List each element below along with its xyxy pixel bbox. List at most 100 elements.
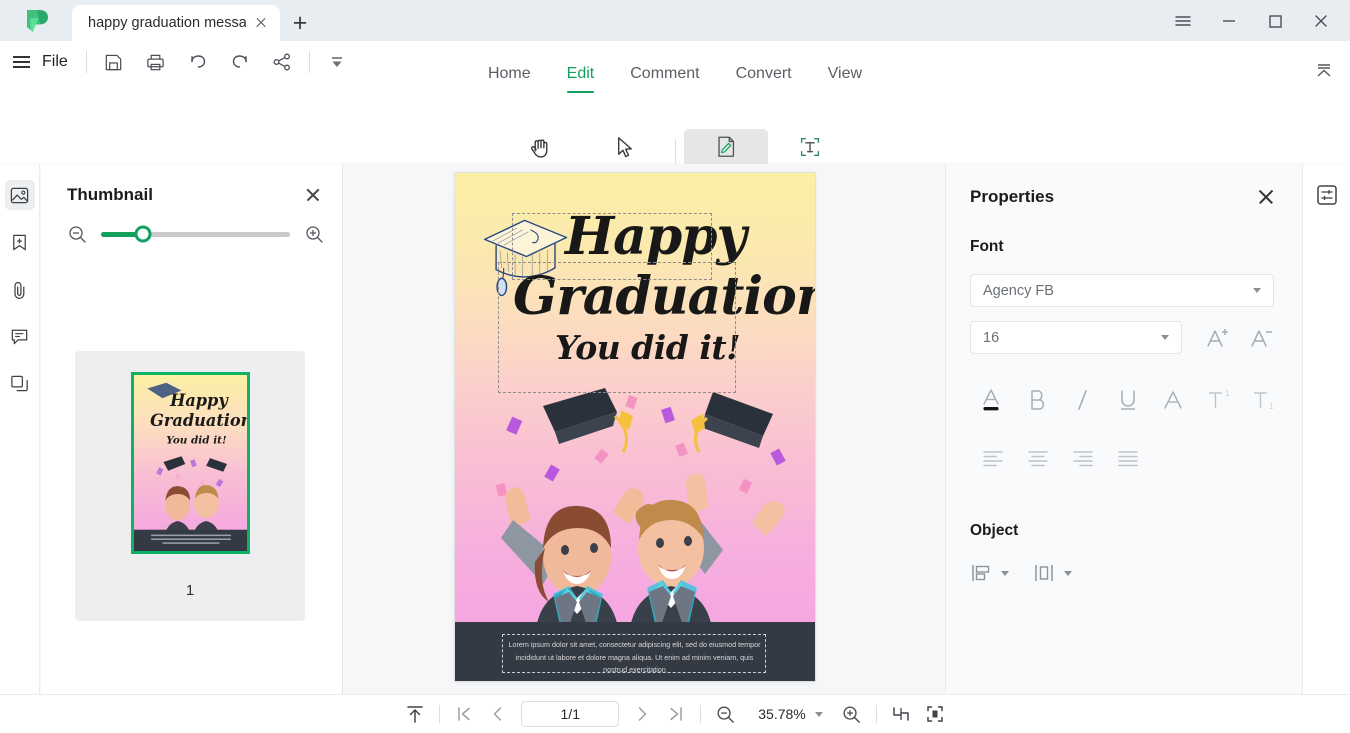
superscript-button[interactable]: 1 — [1195, 384, 1240, 416]
text-selection-box-3[interactable] — [502, 634, 766, 673]
align-justify-icon — [1117, 451, 1138, 467]
font-color-button[interactable] — [970, 384, 1015, 416]
document-page[interactable]: Happy Graduation You did it! Lorem ipsum… — [455, 173, 815, 681]
scroll-to-top-button[interactable] — [398, 699, 432, 729]
chevron-down-icon — [1253, 288, 1261, 293]
sidebar-item-attachment[interactable] — [5, 274, 35, 304]
thumbnail-panel: Thumbnail Happy Graduation You did it! 1 — [41, 164, 343, 694]
divider — [700, 705, 702, 723]
document-tab-title: happy graduation messa... — [88, 15, 246, 31]
document-tab[interactable]: happy graduation messa... — [72, 5, 280, 41]
align-objects-button[interactable] — [970, 562, 1009, 584]
new-tab-button[interactable]: + — [280, 5, 320, 41]
minimize-button[interactable] — [1206, 0, 1252, 41]
tab-comment[interactable]: Comment — [612, 59, 717, 89]
previous-page-button[interactable] — [481, 699, 515, 729]
add-text-icon — [797, 133, 823, 161]
comment-icon — [11, 329, 28, 344]
close-button[interactable] — [1298, 0, 1344, 41]
font-size-step-buttons — [1204, 325, 1274, 351]
thumbnail-panel-header: Thumbnail — [41, 164, 342, 206]
maximize-button[interactable] — [1252, 0, 1298, 41]
text-format-buttons: 1 1 — [946, 354, 1301, 416]
align-left-button[interactable] — [970, 444, 1015, 474]
font-family-value: Agency FB — [983, 282, 1054, 299]
app-window: happy graduation messa... + File Home Ed… — [0, 0, 1350, 733]
bold-icon — [1030, 390, 1044, 410]
fit-width-button[interactable] — [884, 699, 918, 729]
zoom-out-icon[interactable] — [67, 224, 87, 244]
align-right-icon — [1072, 451, 1093, 467]
tab-home[interactable]: Home — [470, 59, 549, 89]
align-center-button[interactable] — [1015, 444, 1060, 474]
app-menu-icon[interactable] — [1160, 0, 1206, 41]
close-tab-icon[interactable] — [252, 14, 270, 32]
collapse-ribbon-button[interactable] — [1308, 55, 1340, 85]
increase-font-icon[interactable] — [1204, 325, 1230, 351]
strikethrough-button[interactable] — [1150, 384, 1195, 416]
font-size-value: 16 — [983, 329, 1000, 346]
superscript-icon: 1 — [1208, 389, 1230, 408]
tab-convert[interactable]: Convert — [718, 59, 810, 89]
first-page-button[interactable] — [447, 699, 481, 729]
panel-settings-icon — [1316, 185, 1337, 205]
object-section-title: Object — [970, 522, 1019, 539]
chevron-down-icon — [814, 711, 823, 717]
properties-panel: Properties Font Agency FB 16 1 1 Object — [945, 164, 1301, 694]
italic-button[interactable] — [1060, 384, 1105, 416]
slider-handle[interactable] — [134, 225, 152, 243]
underline-button[interactable] — [1105, 384, 1150, 416]
thumbnail-zoom-controls — [41, 206, 342, 244]
thumbnail-page-card[interactable]: Happy Graduation You did it! 1 — [75, 351, 305, 621]
edit-page-icon — [713, 133, 739, 161]
sidebar-item-comment[interactable] — [5, 321, 35, 351]
subscript-button[interactable]: 1 — [1240, 384, 1285, 416]
attachment-icon — [14, 281, 25, 299]
svg-text:Happy: Happy — [169, 391, 229, 410]
decrease-font-icon[interactable] — [1248, 325, 1274, 351]
fit-page-button[interactable] — [918, 699, 952, 729]
ribbon-area: File Home Edit Comment Convert View — [0, 41, 1350, 204]
window-controls — [1160, 0, 1350, 41]
zoom-in-button[interactable] — [835, 699, 869, 729]
font-size-select[interactable]: 16 — [970, 321, 1182, 354]
font-section-title: Font — [970, 238, 1004, 255]
thumbnail-zoom-slider[interactable] — [101, 225, 290, 243]
bold-button[interactable] — [1015, 384, 1060, 416]
chevron-down-icon — [1064, 570, 1072, 576]
font-color-icon — [982, 389, 999, 411]
sidebar-item-thumbnail[interactable] — [4, 180, 35, 210]
sidebar-item-layers[interactable] — [5, 368, 35, 398]
distribute-objects-button[interactable] — [1033, 562, 1072, 584]
text-selection-box-2[interactable] — [498, 262, 736, 393]
previous-page-icon — [494, 707, 502, 721]
chevron-down-icon — [1001, 570, 1009, 576]
align-justify-button[interactable] — [1105, 444, 1150, 474]
zoom-out-button[interactable] — [708, 699, 742, 729]
thumbnail-page-preview[interactable]: Happy Graduation You did it! — [130, 372, 250, 554]
tab-edit[interactable]: Edit — [549, 59, 613, 93]
font-family-select[interactable]: Agency FB — [970, 274, 1274, 307]
align-right-button[interactable] — [1060, 444, 1105, 474]
close-properties-panel-button[interactable] — [1255, 186, 1277, 208]
minimize-icon — [1223, 19, 1235, 22]
chevron-down-icon — [1161, 335, 1169, 340]
sidebar-item-bookmark[interactable] — [5, 227, 35, 257]
document-viewport[interactable]: Happy Graduation You did it! Lorem ipsum… — [344, 164, 944, 694]
next-page-button[interactable] — [625, 699, 659, 729]
close-thumbnail-panel-button[interactable] — [302, 184, 324, 206]
subscript-icon: 1 — [1253, 392, 1274, 411]
last-page-button[interactable] — [659, 699, 693, 729]
page-indicator-input[interactable]: 1/1 — [521, 701, 620, 727]
graduates-illustration — [495, 388, 786, 638]
tab-view[interactable]: View — [810, 59, 880, 89]
right-sidebar-rail — [1302, 164, 1350, 694]
align-objects-icon — [972, 565, 990, 581]
zoom-in-icon[interactable] — [304, 224, 324, 244]
panel-settings-button[interactable] — [1312, 180, 1342, 210]
scroll-to-top-icon — [407, 706, 423, 723]
close-icon — [1315, 14, 1327, 27]
cursor-icon — [611, 133, 638, 161]
last-page-icon — [670, 707, 682, 721]
zoom-level-select[interactable]: 35.78% — [746, 701, 830, 727]
